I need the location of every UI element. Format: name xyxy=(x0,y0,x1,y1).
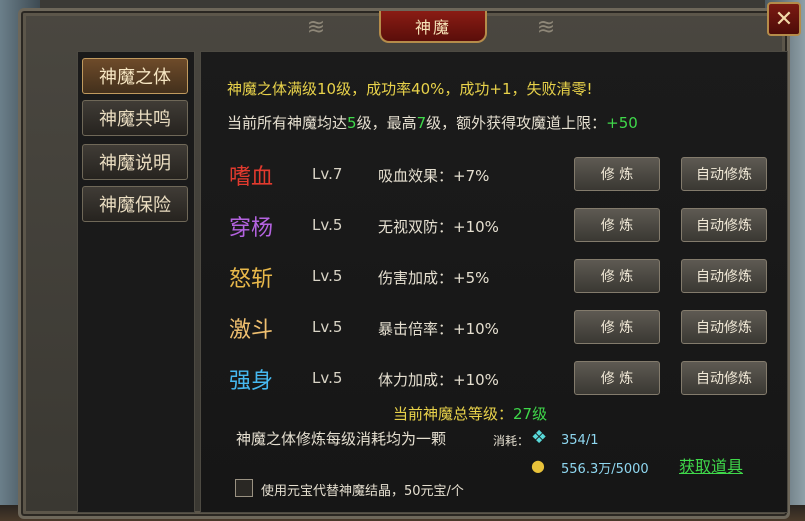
sidebar: 神魔之体 神魔共鸣 神魔说明 神魔保险 xyxy=(77,51,195,513)
total-level: 当前神魔总等级：27级 xyxy=(393,403,547,424)
crystal-icon: ❖ xyxy=(531,427,548,448)
tab-shenmo-insurance[interactable]: 神魔保险 xyxy=(82,186,188,222)
skill-name: 强身 xyxy=(229,369,274,394)
dragon-ornament-right-icon: ≋ xyxy=(536,15,556,40)
auto-train-button[interactable]: 自动修炼 xyxy=(681,310,767,344)
skill-effect: 暴击倍率：+10% xyxy=(378,320,499,338)
max-level-value: 7 xyxy=(416,114,427,132)
skill-name: 激斗 xyxy=(229,318,274,343)
max-level-info: 神魔之体满级10级，成功率40%，成功+1，失败清零! xyxy=(227,80,593,98)
skill-level: Lv.7 xyxy=(312,165,343,183)
skill-level: Lv.5 xyxy=(312,318,343,336)
auto-train-button[interactable]: 自动修炼 xyxy=(681,157,767,191)
auto-train-button[interactable]: 自动修炼 xyxy=(681,259,767,293)
train-button[interactable]: 修 炼 xyxy=(574,310,660,344)
dragon-ornament-left-icon: ≋ xyxy=(306,15,326,40)
train-button[interactable]: 修 炼 xyxy=(574,259,660,293)
get-items-link[interactable]: 获取道具 xyxy=(679,453,743,477)
train-button[interactable]: 修 炼 xyxy=(574,157,660,191)
skill-level: Lv.5 xyxy=(312,369,343,387)
level-bonus-info: 当前所有神魔均达5级，最高7级，额外获得攻魔道上限：+50 xyxy=(227,112,638,133)
gold-count: 556.3万/5000 xyxy=(561,462,649,477)
total-level-label: 当前神魔总等级： xyxy=(393,405,514,423)
tab-shenmo-body[interactable]: 神魔之体 xyxy=(82,58,188,94)
shenmo-window: ≋ ≋ 神魔 神魔之体 神魔共鸣 神魔说明 神魔保险 神魔之体满级10级，成功率… xyxy=(18,8,790,519)
skill-row: 穿杨 Lv.5 无视双防：+10% 修 炼 自动修炼 xyxy=(201,206,787,242)
train-button[interactable]: 修 炼 xyxy=(574,208,660,242)
bonus-value: +50 xyxy=(606,114,638,132)
crystal-count: 354/1 xyxy=(561,433,599,448)
cost-label: 消耗： xyxy=(493,434,530,448)
tab-shenmo-resonance[interactable]: 神魔共鸣 xyxy=(82,100,188,136)
skill-row: 激斗 Lv.5 暴击倍率：+10% 修 炼 自动修炼 xyxy=(201,308,787,344)
skill-name: 怒斩 xyxy=(229,267,274,292)
auto-train-button[interactable]: 自动修炼 xyxy=(681,208,767,242)
skill-row: 强身 Lv.5 体力加成：+10% 修 炼 自动修炼 xyxy=(201,359,787,395)
gold-icon: ● xyxy=(531,456,545,475)
skill-effect: 伤害加成：+5% xyxy=(378,269,490,287)
skill-effect: 吸血效果：+7% xyxy=(378,167,490,185)
level-bonus-text-a: 当前所有神魔均达 xyxy=(227,114,348,132)
total-level-value: 27级 xyxy=(513,405,548,423)
main-panel: 神魔之体满级10级，成功率40%，成功+1，失败清零! 当前所有神魔均达5级，最… xyxy=(200,51,788,513)
min-level-value: 5 xyxy=(347,114,357,132)
close-button[interactable]: ✕ xyxy=(767,2,801,36)
level-bonus-text-c: 级，额外获得攻魔道上限： xyxy=(426,114,607,132)
skill-level: Lv.5 xyxy=(312,216,343,234)
auto-train-button[interactable]: 自动修炼 xyxy=(681,361,767,395)
skill-row: 嗜血 Lv.7 吸血效果：+7% 修 炼 自动修炼 xyxy=(201,155,787,191)
level-bonus-text-b: 级，最高 xyxy=(356,114,417,132)
cost-description: 神魔之体修炼每级消耗均为一颗 xyxy=(236,430,447,448)
skill-name: 穿杨 xyxy=(229,216,274,241)
window-title: 神魔 xyxy=(379,11,487,43)
skill-name: 嗜血 xyxy=(229,165,274,190)
tab-shenmo-description[interactable]: 神魔说明 xyxy=(82,144,188,180)
skill-level: Lv.5 xyxy=(312,267,343,285)
skill-effect: 无视双防：+10% xyxy=(378,218,499,236)
skill-row: 怒斩 Lv.5 伤害加成：+5% 修 炼 自动修炼 xyxy=(201,257,787,293)
train-button[interactable]: 修 炼 xyxy=(574,361,660,395)
use-yuanbao-label: 使用元宝代替神魔结晶，50元宝/个 xyxy=(261,484,464,499)
skill-effect: 体力加成：+10% xyxy=(378,371,499,389)
use-yuanbao-checkbox[interactable] xyxy=(235,479,253,497)
